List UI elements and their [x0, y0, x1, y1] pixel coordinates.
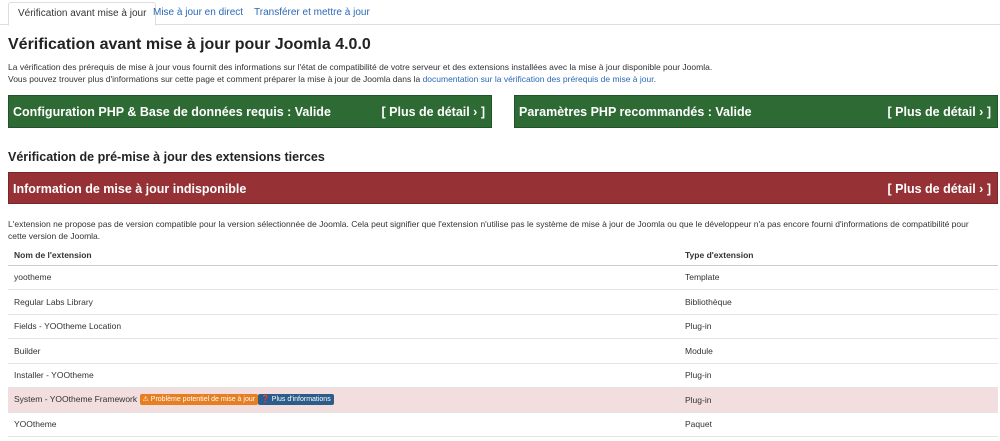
extension-type: Plug-in: [679, 314, 998, 339]
intro-text: La vérification des prérequis de mise à …: [8, 61, 712, 85]
intro-line-2: Vous pouvez trouver plus d'informations …: [8, 73, 712, 85]
update-info-more-details-button[interactable]: [ Plus de détail › ]: [888, 173, 992, 205]
more-info-label: Plus d'informations: [271, 396, 331, 404]
column-header-type: Type d'extension: [679, 245, 998, 266]
documentation-link[interactable]: documentation sur la vérification des pr…: [423, 74, 654, 84]
extension-type: Module: [679, 338, 998, 364]
update-info-label: Information de mise à jour indisponible: [13, 182, 247, 196]
extension-name: Fields - YOOtheme Location: [8, 314, 679, 339]
update-info-panel: Information de mise à jour indisponible …: [8, 172, 998, 204]
extension-name: YOOtheme: [8, 412, 679, 437]
table-row: Regular Labs Library Bibliothèque: [8, 289, 998, 315]
extension-name: Installer - YOOtheme: [8, 363, 679, 388]
extension-type: Paquet: [679, 412, 998, 437]
extension-type: Plug-in: [679, 363, 998, 388]
php-db-requirements-label: Configuration PHP & Base de données requ…: [13, 105, 331, 119]
table-row: Builder Module: [8, 338, 998, 364]
warning-icon: ⚠: [142, 396, 149, 404]
table-row: Installer - YOOtheme Plug-in: [8, 363, 998, 388]
php-db-requirements-panel: Configuration PHP & Base de données requ…: [8, 95, 492, 128]
tab-upload-update[interactable]: Transférer et mettre à jour: [245, 2, 379, 25]
tab-pre-update-check[interactable]: Vérification avant mise à jour: [8, 2, 157, 26]
column-header-name: Nom de l'extension: [8, 245, 679, 266]
extensions-description: L'extension ne propose pas de version co…: [8, 219, 969, 241]
extension-name-cell: System - YOOtheme Framework ⚠ Problème po…: [8, 387, 679, 413]
question-circle-icon: ❓: [261, 396, 270, 404]
intro-line-2-prefix: Vous pouvez trouver plus d'informations …: [8, 74, 423, 84]
extensions-table: Nom de l'extension Type d'extension yoot…: [8, 245, 998, 437]
php-recommended-label: Paramètres PHP recommandés : Valide: [519, 105, 752, 119]
more-info-button[interactable]: ❓ Plus d'informations: [258, 394, 334, 406]
update-problem-badge: ⚠ Problème potentiel de mise à jour: [139, 394, 259, 406]
extension-name: Regular Labs Library: [8, 289, 679, 315]
table-row-warning: System - YOOtheme Framework ⚠ Problème po…: [8, 387, 998, 413]
intro-line-2-suffix: .: [653, 74, 656, 84]
table-header-row: Nom de l'extension Type d'extension: [8, 245, 998, 266]
tab-bar: Vérification avant mise à jour Mise à jo…: [0, 0, 1000, 26]
extension-type: Template: [679, 265, 998, 290]
extension-name: yootheme: [8, 265, 679, 290]
update-problem-label: Problème potentiel de mise à jour: [150, 396, 256, 404]
page-title: Vérification avant mise à jour pour Joom…: [8, 36, 371, 53]
extension-type: Plug-in: [679, 387, 998, 413]
php-db-more-details-button[interactable]: [ Plus de détail › ]: [382, 96, 486, 129]
extensions-heading: Vérification de pré-mise à jour des exte…: [8, 150, 325, 164]
tab-live-update[interactable]: Mise à jour en direct: [144, 2, 252, 25]
extension-name: Builder: [8, 338, 679, 364]
table-row: YOOtheme Paquet: [8, 412, 998, 437]
table-row: Fields - YOOtheme Location Plug-in: [8, 314, 998, 339]
extension-type: Bibliothèque: [679, 289, 998, 315]
php-recommended-more-details-button[interactable]: [ Plus de détail › ]: [888, 96, 992, 129]
intro-line-1: La vérification des prérequis de mise à …: [8, 62, 713, 72]
php-recommended-panel: Paramètres PHP recommandés : Valide [ Pl…: [514, 95, 998, 128]
table-row: yootheme Template: [8, 265, 998, 290]
extension-name: System - YOOtheme Framework: [14, 394, 138, 405]
